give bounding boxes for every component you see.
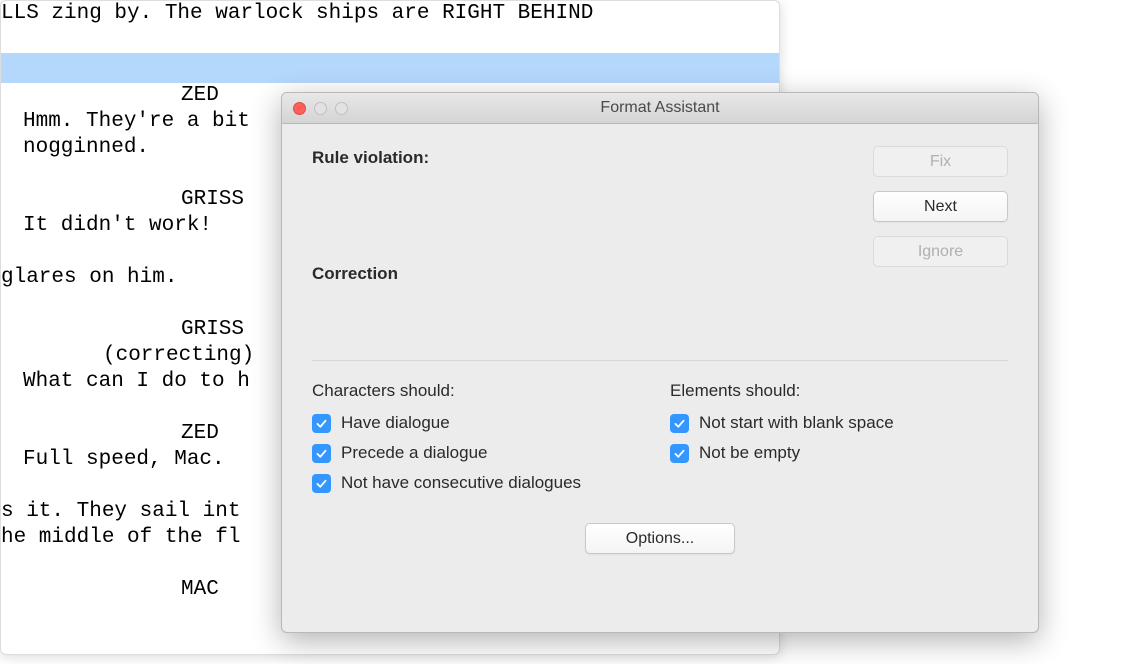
rules-columns: Characters should: Have dialogue Precede … — [312, 381, 1008, 503]
ignore-button: Ignore — [873, 236, 1008, 267]
checkbox-icon[interactable] — [312, 474, 331, 493]
checkbox-label: Not start with blank space — [699, 413, 894, 433]
checkbox-label: Precede a dialogue — [341, 443, 488, 463]
characters-header: Characters should: — [312, 381, 650, 401]
options-button[interactable]: Options... — [585, 523, 735, 554]
section-divider — [312, 360, 1008, 361]
checkbox-icon[interactable] — [670, 444, 689, 463]
checkbox-label: Have dialogue — [341, 413, 450, 433]
dialog-title: Format Assistant — [282, 99, 1038, 117]
checkbox-icon[interactable] — [312, 444, 331, 463]
char-check-2[interactable]: Not have consecutive dialogues — [312, 473, 650, 493]
characters-column: Characters should: Have dialogue Precede … — [312, 381, 650, 503]
checkbox-label: Not have consecutive dialogues — [341, 473, 581, 493]
checkbox-label: Not be empty — [699, 443, 800, 463]
screenplay-line[interactable] — [1, 53, 779, 83]
dialog-body: Fix Next Ignore Rule violation: Correcti… — [282, 124, 1038, 632]
elem-check-1[interactable]: Not be empty — [670, 443, 1008, 463]
dialog-titlebar[interactable]: Format Assistant — [282, 93, 1038, 124]
char-check-1[interactable]: Precede a dialogue — [312, 443, 650, 463]
checkbox-icon[interactable] — [670, 414, 689, 433]
elements-header: Elements should: — [670, 381, 1008, 401]
next-button[interactable]: Next — [873, 191, 1008, 222]
screenplay-line[interactable] — [1, 27, 779, 53]
char-check-0[interactable]: Have dialogue — [312, 413, 650, 433]
checkbox-icon[interactable] — [312, 414, 331, 433]
close-icon[interactable] — [293, 102, 306, 115]
options-button-wrap: Options... — [312, 523, 1008, 554]
action-button-stack: Fix Next Ignore — [873, 146, 1008, 267]
traffic-lights — [293, 102, 348, 115]
minimize-icon — [314, 102, 327, 115]
screenplay-line[interactable]: LLS zing by. The warlock ships are RIGHT… — [1, 1, 779, 27]
correction-label: Correction — [312, 264, 1008, 284]
elements-column: Elements should: Not start with blank sp… — [670, 381, 1008, 503]
fix-button: Fix — [873, 146, 1008, 177]
elem-check-0[interactable]: Not start with blank space — [670, 413, 1008, 433]
maximize-icon — [335, 102, 348, 115]
format-assistant-dialog: Format Assistant Fix Next Ignore Rule vi… — [281, 92, 1039, 633]
